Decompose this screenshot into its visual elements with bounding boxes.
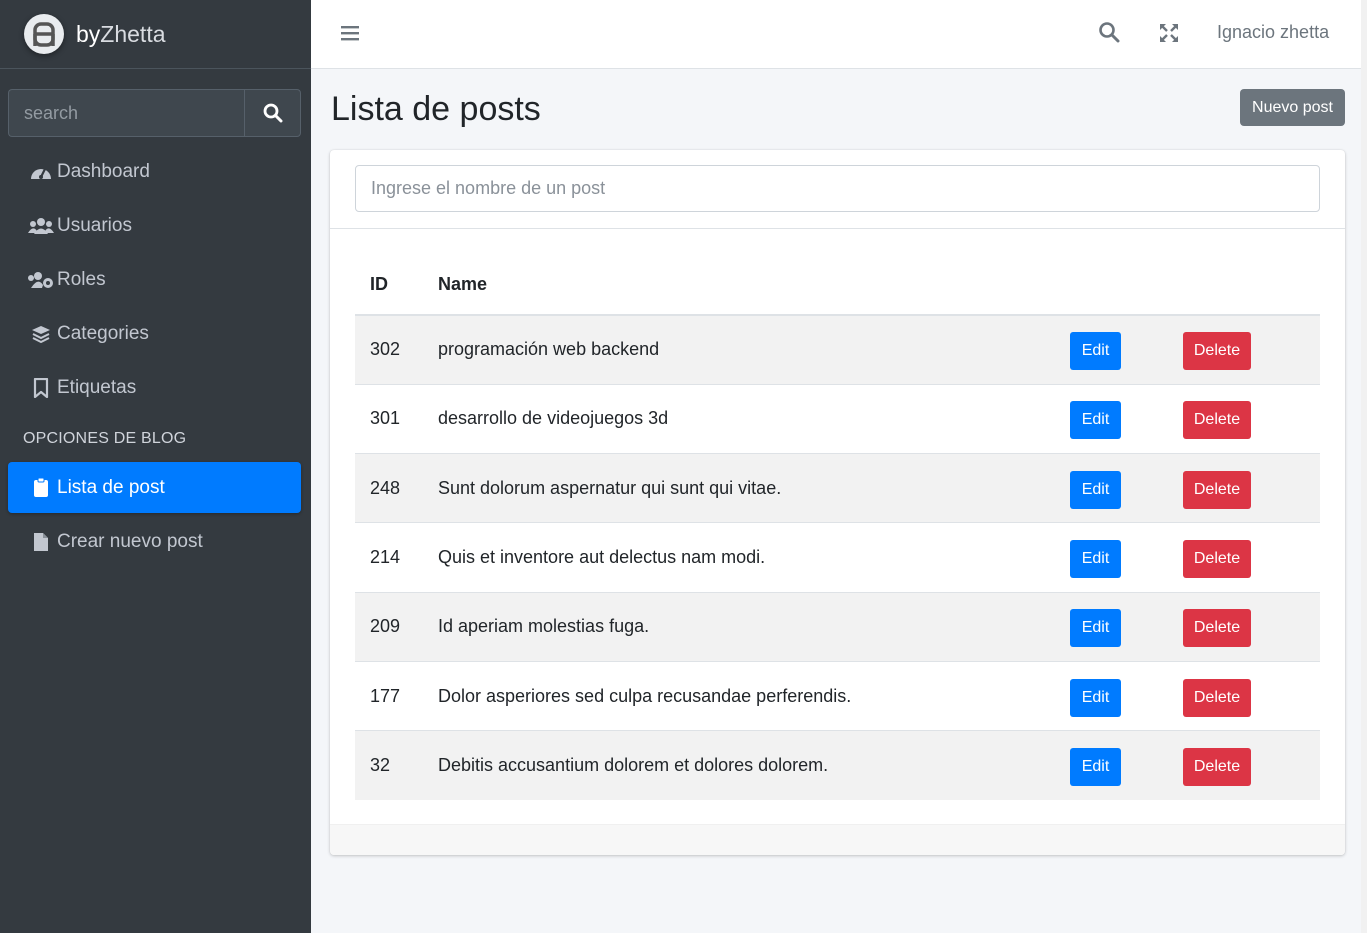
new-post-button[interactable]: Nuevo post [1240, 89, 1345, 126]
users-icon [28, 215, 54, 237]
edit-button[interactable]: Edit [1070, 332, 1121, 371]
delete-button[interactable]: Delete [1183, 470, 1251, 509]
file-icon [28, 531, 54, 553]
table-row: 209 Id aperiam molestias fuga. Edit Dele… [355, 592, 1320, 662]
edit-button[interactable]: Edit [1070, 748, 1121, 787]
post-id: 302 [370, 339, 401, 360]
post-id: 248 [370, 477, 401, 498]
sidebar-item-roles[interactable]: Roles [8, 254, 301, 305]
post-id: 32 [370, 755, 391, 776]
sidebar-item-label: Dashboard [57, 160, 150, 182]
sidebar-search [8, 89, 301, 137]
page-scrollbar[interactable] [1361, 0, 1367, 933]
delete-button[interactable]: Delete [1183, 332, 1251, 371]
edit-button[interactable]: Edit [1070, 401, 1121, 440]
clipboard-icon [28, 477, 54, 499]
user-menu[interactable]: Ignacio zhetta [1217, 22, 1329, 43]
table-header-row: ID Name [355, 254, 1320, 316]
sidebar-item-etiquetas[interactable]: Etiquetas [8, 362, 301, 413]
sidebar-item-usuarios[interactable]: Usuarios [8, 200, 301, 251]
edit-button[interactable]: Edit [1070, 678, 1121, 717]
post-filter-input[interactable] [355, 165, 1320, 212]
sidebar-nav: Dashboard Usuarios Roles Categories Etiq… [8, 146, 301, 570]
card-header [330, 150, 1345, 229]
brand-link[interactable]: byZhetta [0, 0, 311, 69]
table-row: 248 Sunt dolorum aspernatur qui sunt qui… [355, 453, 1320, 523]
delete-button[interactable]: Delete [1183, 678, 1251, 717]
table-row: 177 Dolor asperiores sed culpa recusanda… [355, 661, 1320, 730]
top-navbar: Ignacio zhetta [311, 0, 1367, 69]
sidebar-item-label: Usuarios [57, 214, 132, 236]
post-name: Quis et inventore aut delectus nam modi. [438, 547, 766, 568]
navbar-search-icon[interactable] [1098, 21, 1120, 48]
edit-button[interactable]: Edit [1070, 609, 1121, 648]
card-footer [330, 824, 1345, 855]
delete-button[interactable]: Delete [1183, 540, 1251, 579]
delete-button[interactable]: Delete [1183, 609, 1251, 648]
post-id: 214 [370, 547, 401, 568]
post-id: 301 [370, 408, 401, 429]
search-icon [263, 103, 282, 123]
sidebar-item-label: Roles [57, 268, 106, 290]
page-title: Lista de posts [331, 90, 541, 128]
column-header-name: Name [438, 254, 1070, 316]
post-name: Debitis accusantium dolorem et dolores d… [438, 755, 829, 776]
column-header-edit [1070, 254, 1183, 316]
sidebar: byZhetta Dashboard Usuarios [0, 0, 311, 933]
users-cog-icon [28, 269, 54, 291]
delete-button[interactable]: Delete [1183, 748, 1251, 787]
sidebar-search-input[interactable] [8, 89, 244, 137]
sidebar-item-label: Categories [57, 322, 149, 344]
fullscreen-icon[interactable] [1158, 22, 1180, 49]
sidebar-item-categories[interactable]: Categories [8, 308, 301, 359]
post-id: 209 [370, 616, 401, 637]
column-header-id: ID [355, 254, 438, 316]
posts-table: ID Name 302 programación web backend Edi… [355, 254, 1320, 801]
post-name: Dolor asperiores sed culpa recusandae pe… [438, 685, 852, 706]
menu-toggle-icon[interactable] [339, 22, 361, 44]
sidebar-item-label: Lista de post [57, 476, 165, 498]
bookmark-icon [28, 377, 54, 399]
sidebar-item-label: Crear nuevo post [57, 530, 203, 552]
sidebar-section-header: OPCIONES DE BLOG [23, 430, 187, 447]
post-name: desarrollo de videojuegos 3d [438, 408, 669, 429]
table-row: 32 Debitis accusantium dolorem et dolore… [355, 730, 1320, 801]
post-name: Id aperiam molestias fuga. [438, 616, 650, 637]
tachometer-icon [28, 161, 54, 183]
edit-button[interactable]: Edit [1070, 470, 1121, 509]
layers-icon [28, 323, 54, 345]
brand-logo-icon [24, 14, 64, 54]
delete-button[interactable]: Delete [1183, 401, 1251, 440]
sidebar-item-dashboard[interactable]: Dashboard [8, 146, 301, 197]
post-name: programación web backend [438, 339, 660, 360]
post-name: Sunt dolorum aspernatur qui sunt qui vit… [438, 477, 782, 498]
post-id: 177 [370, 685, 401, 706]
table-row: 302 programación web backend Edit Delete [355, 315, 1320, 385]
posts-card: ID Name 302 programación web backend Edi… [330, 150, 1345, 855]
sidebar-item-crear-nuevo-post[interactable]: Crear nuevo post [8, 516, 301, 567]
table-row: 301 desarrollo de videojuegos 3d Edit De… [355, 384, 1320, 453]
sidebar-search-button[interactable] [244, 89, 301, 137]
sidebar-item-label: Etiquetas [57, 376, 137, 398]
table-row: 214 Quis et inventore aut delectus nam m… [355, 522, 1320, 592]
sidebar-item-lista-de-post[interactable]: Lista de post [8, 462, 301, 513]
brand-text: byZhetta [76, 20, 166, 47]
edit-button[interactable]: Edit [1070, 540, 1121, 579]
column-header-delete [1183, 254, 1320, 316]
